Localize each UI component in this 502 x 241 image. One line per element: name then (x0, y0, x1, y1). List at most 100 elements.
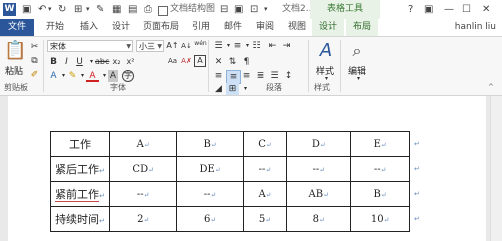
doc-structure-checkbox[interactable] (158, 6, 168, 16)
show-marks-icon[interactable]: ¶ (240, 56, 253, 68)
undo-dropdown-icon[interactable]: ▾ (48, 3, 52, 16)
print-icon[interactable]: ⎙ (144, 3, 152, 16)
table-cell[interactable]: --↵ (176, 181, 244, 207)
borders-icon[interactable]: ⊞ (226, 83, 239, 95)
table-cell[interactable]: CD↵ (108, 156, 178, 182)
change-case-icon[interactable]: Aa (166, 55, 179, 67)
row-label-cell[interactable]: 紧前工作↵ (50, 181, 110, 207)
cell-marker-icon: ↵ (99, 217, 105, 225)
row-label-cell[interactable]: 紧后工作↵ (50, 156, 110, 182)
bold-icon[interactable]: B (47, 56, 60, 68)
table-cell[interactable]: --↵ (242, 156, 288, 182)
justify-icon[interactable]: ≣ (254, 70, 267, 82)
dropdown-icon[interactable]: ▾ (86, 3, 90, 16)
undo-icon[interactable]: ↶ (38, 3, 46, 16)
format-painter-icon[interactable]: ⊞ (74, 3, 82, 16)
table-cell[interactable]: 8↵ (286, 206, 352, 232)
clear-format-icon[interactable]: A✗ (180, 55, 193, 67)
cell-marker-icon: ↵ (265, 140, 272, 149)
chinese-layout-icon[interactable]: ✕ (212, 56, 225, 68)
char-shading-icon[interactable]: A (108, 70, 118, 82)
increase-indent-icon[interactable]: ⇥ (280, 40, 293, 52)
draw-table-icon[interactable]: ✎ (96, 3, 104, 16)
align-center-icon[interactable]: ≡ (226, 70, 241, 84)
tab-table-layout[interactable]: 布局 (346, 19, 378, 36)
shrink-font-icon[interactable]: A↓ (180, 40, 193, 52)
line-spacing-icon[interactable]: ↕ (282, 70, 295, 82)
table-icon[interactable]: ⊟ (220, 3, 228, 16)
minimize-icon[interactable]: — (444, 3, 454, 16)
align-left-icon[interactable]: ≡ (212, 70, 225, 82)
table-cell[interactable]: --↵ (108, 181, 178, 207)
table-cell[interactable]: 2↵ (108, 206, 178, 232)
tab-home[interactable]: 开始 (42, 19, 68, 36)
distributed-icon[interactable]: ☰ (268, 70, 281, 82)
ribbon-display-icon[interactable]: ▣ (424, 3, 433, 16)
row-label-cell[interactable]: 工作 (50, 131, 110, 157)
paste-icon[interactable]: 📋 (4, 40, 26, 62)
find-icon[interactable]: ⌕ (346, 40, 368, 62)
vertical-scrollbar[interactable] (490, 96, 502, 241)
char-border-icon[interactable]: A (194, 55, 206, 67)
insert-table-icon[interactable]: ▦ (112, 3, 121, 16)
user-name[interactable]: hanlin liu (455, 19, 496, 36)
italic-icon[interactable]: I (60, 56, 73, 68)
table-cell[interactable]: 6↵ (176, 206, 244, 232)
redo-icon[interactable]: ↻ (58, 3, 66, 16)
sort-icon[interactable]: ⇅ (226, 56, 239, 68)
tab-insert[interactable]: 插入 (76, 19, 102, 36)
table-cell[interactable]: 5↵ (242, 206, 288, 232)
tab-design[interactable]: 设计 (108, 19, 134, 36)
chevron-down-icon[interactable]: ▾ (352, 73, 365, 85)
help-icon[interactable]: ? (408, 3, 413, 16)
layout-icon[interactable]: ▤ (128, 3, 137, 16)
copy-icon[interactable]: ⧉ (28, 55, 41, 67)
tab-mailings[interactable]: 邮件 (220, 19, 246, 36)
tab-references[interactable]: 引用 (188, 19, 214, 36)
font-size-combo[interactable]: 小三 ▼ (136, 40, 164, 52)
tab-view[interactable]: 视图 (284, 19, 310, 36)
table-cell[interactable]: B↵ (350, 181, 410, 207)
table-cell[interactable]: D↵ (286, 131, 352, 157)
font-name-combo[interactable]: 宋体 ▼ (47, 40, 133, 52)
collapse-ribbon-icon[interactable]: ^ (488, 83, 494, 91)
close-icon[interactable]: ✕ (482, 3, 490, 16)
maximize-icon[interactable]: ☐ (462, 3, 471, 16)
table-cell[interactable]: DE↵ (176, 156, 244, 182)
table-cell[interactable]: C↵ (242, 131, 288, 157)
tab-file[interactable]: 文件 (0, 19, 34, 36)
more-icon[interactable]: ⊡ (250, 3, 258, 16)
shading-icon[interactable]: ◢ (212, 83, 225, 95)
format-painter-brush-icon[interactable]: ✐ (28, 69, 41, 81)
cut-icon[interactable]: ✂ (28, 41, 41, 53)
table-cell[interactable]: B↵ (176, 131, 244, 157)
styles-icon[interactable]: A (314, 40, 338, 62)
customize-qat-icon[interactable]: ▾ (264, 3, 268, 16)
table-cell[interactable]: A↵ (108, 131, 178, 157)
chevron-down-icon[interactable]: ▾ (239, 83, 252, 95)
table-cell[interactable]: --↵ (286, 156, 352, 182)
font-size-value: 小三 (139, 42, 155, 51)
decrease-indent-icon[interactable]: ⇤ (266, 40, 279, 52)
tab-page-layout[interactable]: 页面布局 (140, 19, 182, 36)
grow-font-icon[interactable]: A↑ (166, 40, 179, 52)
table-cell[interactable]: --↵ (350, 156, 410, 182)
enclose-char-icon[interactable]: 字 (122, 70, 134, 82)
subscript-icon[interactable]: x₂ (110, 56, 123, 68)
table-cell[interactable]: AB↵ (286, 181, 352, 207)
tab-table-design[interactable]: 设计 (312, 19, 344, 36)
word-table[interactable]: 工作 A↵ B↵ C↵ D↵ E↵ 紧后工作↵ CD↵ DE↵ --↵ --↵ … (50, 131, 410, 232)
paste-label[interactable]: 粘贴 (5, 64, 23, 77)
multilevel-list-icon[interactable]: ☷ (250, 40, 263, 52)
tab-review[interactable]: 审阅 (252, 19, 278, 36)
table-cell[interactable]: A↵ (242, 181, 288, 207)
table-cell[interactable]: 10↵ (350, 206, 410, 232)
row-label-cell[interactable]: 持续时间↵ (50, 206, 110, 232)
align-right-icon[interactable]: ≡ (240, 70, 253, 82)
save-icon[interactable]: ▣ (22, 3, 31, 16)
superscript-icon[interactable]: x² (124, 56, 137, 68)
zoom-icon[interactable]: ▣ (234, 3, 243, 16)
phonetic-guide-icon[interactable]: wén (194, 40, 207, 52)
table-cell[interactable]: E↵ (350, 131, 410, 157)
strikethrough-icon[interactable]: abc (95, 56, 109, 68)
